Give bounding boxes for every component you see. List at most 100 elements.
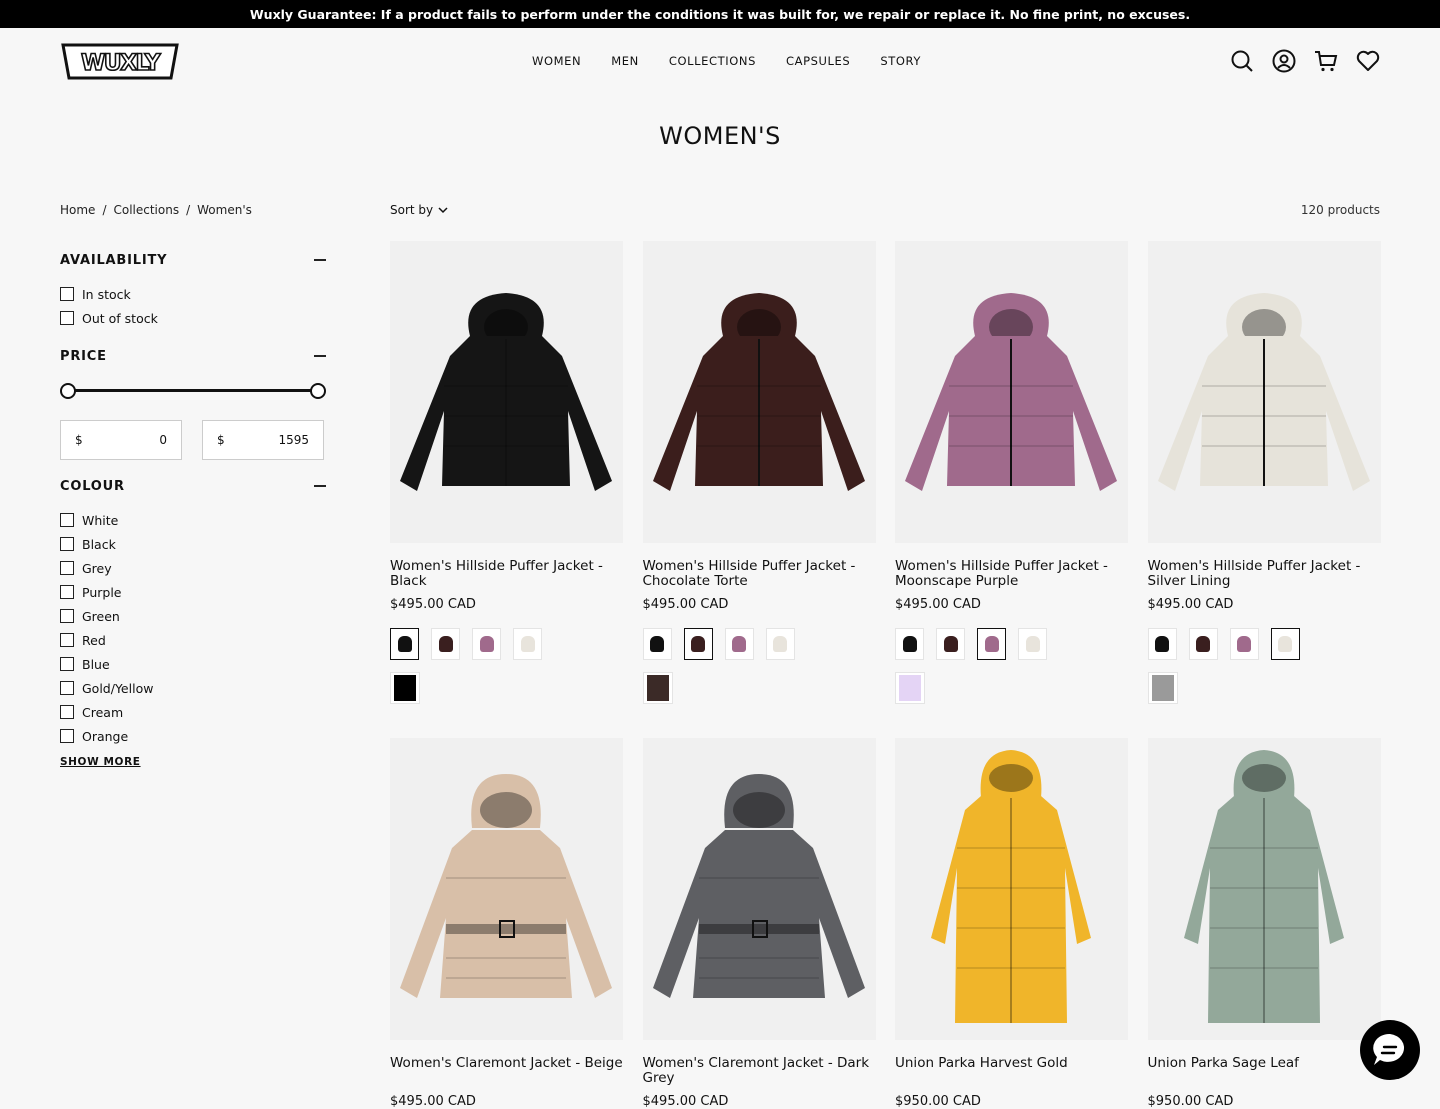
checkbox[interactable] [60,729,74,743]
checkbox[interactable] [60,633,74,647]
search-icon[interactable] [1230,49,1254,73]
variant-swatch[interactable] [1147,628,1177,660]
variant-swatch[interactable] [390,628,419,660]
product-price: $950.00 CAD [895,1094,981,1109]
variant-swatch[interactable] [936,628,965,660]
filter-option[interactable]: Grey [60,556,326,580]
variant-swatch[interactable] [472,628,501,660]
option-label: Blue [82,656,110,672]
product-name[interactable]: Women's Hillside Puffer Jacket - Silver … [1148,559,1381,589]
nav-collections[interactable]: COLLECTIONS [669,54,756,68]
filter-option[interactable]: Cream [60,700,326,724]
breadcrumb-collections[interactable]: Collections [113,203,179,217]
price-min-input[interactable]: $0 [60,420,182,460]
nav-women[interactable]: WOMEN [532,54,581,68]
checkbox[interactable] [60,585,74,599]
checkbox[interactable] [60,681,74,695]
variant-swatch[interactable] [431,628,460,660]
variant-swatch[interactable] [1229,628,1259,660]
sort-label: Sort by [390,203,434,217]
header-actions [1230,49,1380,73]
colour-chip[interactable] [642,672,673,704]
filter-availability-title: AVAILABILITY [60,252,168,268]
variant-swatch[interactable] [1270,628,1300,660]
product-image[interactable] [1147,241,1381,543]
product-card[interactable]: Women's Hillside Puffer Jacket - Silver … [1147,241,1381,704]
filter-option[interactable]: Out of stock [60,306,326,330]
product-name[interactable]: Union Parka Sage Leaf [1148,1056,1381,1086]
breadcrumb-current: Women's [197,203,252,217]
filter-option[interactable]: Purple [60,580,326,604]
product-name[interactable]: Union Parka Harvest Gold [895,1056,1128,1086]
price-max-input[interactable]: $1595 [202,420,324,460]
checkbox[interactable] [60,561,74,575]
breadcrumb-home[interactable]: Home [60,203,95,217]
slider-min-handle[interactable] [60,383,76,399]
variant-swatch[interactable] [1188,628,1218,660]
product-name[interactable]: Women's Hillside Puffer Jacket - Chocola… [643,559,876,589]
product-name[interactable]: Women's Hillside Puffer Jacket - Moonsca… [895,559,1128,589]
filter-option[interactable]: Blue [60,652,326,676]
filter-option[interactable]: Green [60,604,326,628]
nav-story[interactable]: STORY [880,54,921,68]
account-icon[interactable] [1272,49,1296,73]
filter-price-header[interactable]: PRICE [60,346,326,366]
product-card[interactable]: Women's Hillside Puffer Jacket - Moonsca… [895,241,1128,704]
product-image[interactable] [895,241,1128,543]
filter-option[interactable]: In stock [60,282,326,306]
chevron-down-icon [438,207,448,214]
checkbox[interactable] [60,609,74,623]
option-label: Green [82,608,120,624]
variant-swatch[interactable] [724,628,754,660]
product-image[interactable] [1147,738,1381,1040]
variant-swatch[interactable] [977,628,1006,660]
variant-swatch[interactable] [642,628,672,660]
product-image[interactable] [895,738,1128,1040]
variant-swatch[interactable] [895,628,924,660]
colour-chip[interactable] [390,672,420,704]
product-image[interactable] [390,241,623,543]
product-card[interactable]: Women's Hillside Puffer Jacket - Black $4… [390,241,623,704]
product-card[interactable]: Women's Claremont Jacket - Dark Grey $495… [642,738,876,1109]
product-name[interactable]: Women's Claremont Jacket - Dark Grey [643,1056,876,1086]
product-card[interactable]: Union Parka Harvest Gold $950.00 CAD [895,738,1128,1109]
checkbox[interactable] [60,705,74,719]
product-name[interactable]: Women's Claremont Jacket - Beige [390,1056,623,1086]
variant-swatch[interactable] [1018,628,1047,660]
checkbox[interactable] [60,287,74,301]
show-more-link[interactable]: SHOW MORE [60,756,141,768]
checkbox[interactable] [60,513,74,527]
variant-swatch[interactable] [683,628,713,660]
price-slider[interactable] [60,376,326,406]
product-card[interactable]: Women's Hillside Puffer Jacket - Chocola… [642,241,876,704]
colour-chip[interactable] [1147,672,1178,704]
filter-option[interactable]: Gold/Yellow [60,676,326,700]
sort-dropdown[interactable]: Sort by [390,203,449,217]
product-name[interactable]: Women's Hillside Puffer Jacket - Black [390,559,623,589]
product-card[interactable]: Union Parka Sage Leaf $950.00 CAD [1147,738,1381,1109]
product-image[interactable] [642,738,876,1040]
colour-chip[interactable] [895,672,925,704]
filter-option[interactable]: White [60,508,326,532]
product-card[interactable]: Women's Claremont Jacket - Beige $495.00 … [390,738,623,1109]
product-image[interactable] [642,241,876,543]
variant-swatch[interactable] [513,628,542,660]
slider-max-handle[interactable] [310,383,326,399]
product-image[interactable] [390,738,623,1040]
filter-option[interactable]: Black [60,532,326,556]
filter-option[interactable]: Orange [60,724,326,748]
variant-swatch[interactable] [765,628,795,660]
filter-availability-header[interactable]: AVAILABILITY [60,250,326,270]
nav-capsules[interactable]: CAPSULES [786,54,850,68]
wishlist-icon[interactable] [1356,49,1380,73]
currency-symbol: $ [75,433,83,447]
filter-option[interactable]: Red [60,628,326,652]
chat-button[interactable] [1360,1020,1420,1080]
filter-colour-header[interactable]: COLOUR [60,476,326,496]
nav-men[interactable]: MEN [611,54,639,68]
brand-logo[interactable]: WUXLY [60,43,180,80]
checkbox[interactable] [60,537,74,551]
checkbox[interactable] [60,657,74,671]
checkbox[interactable] [60,311,74,325]
cart-icon[interactable] [1314,49,1338,73]
